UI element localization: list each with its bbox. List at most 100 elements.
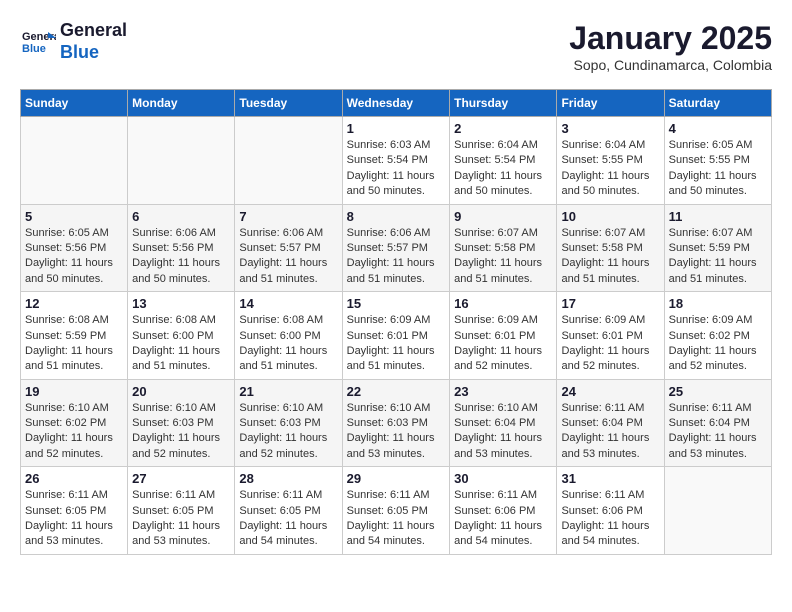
day-number: 25: [669, 384, 767, 399]
calendar-cell: 21Sunrise: 6:10 AMSunset: 6:03 PMDayligh…: [235, 379, 342, 467]
day-info: Sunrise: 6:09 AMSunset: 6:02 PMDaylight:…: [669, 313, 767, 375]
calendar-cell: 5 Sunrise: 6:05 AMSunset: 5:56 PMDaylight…: [21, 204, 128, 292]
calendar-cell: 17 Sunrise: 6:09 AMSunset: 6:01 PMDayligh…: [557, 292, 664, 380]
day-info: Sunrise: 6:11 AMSunset: 6:05 PMDaylight:…: [239, 488, 337, 550]
day-number: 15: [347, 296, 446, 311]
calendar-cell: 29 Sunrise: 6:11 AMSunset: 6:05 PMDayligh…: [342, 467, 450, 555]
calendar-cell: 18 Sunrise: 6:09 AMSunset: 6:02 PMDayligh…: [664, 292, 771, 380]
day-info: Sunrise: 6:06 AMSunset: 5:57 PMDaylight:…: [239, 226, 337, 288]
day-number: 18: [669, 296, 767, 311]
day-info: Sunrise: 6:11 AMSunset: 6:04 PMDaylight:…: [669, 401, 767, 463]
calendar-week-row: 1Sunrise: 6:03 AMSunset: 5:54 PMDaylight…: [21, 117, 772, 205]
day-info: Sunrise: 6:10 AMSunset: 6:04 PMDaylight:…: [454, 401, 552, 463]
calendar-cell: [128, 117, 235, 205]
calendar-cell: 19Sunrise: 6:10 AMSunset: 6:02 PMDayligh…: [21, 379, 128, 467]
day-info: Sunrise: 6:08 AMSunset: 6:00 PMDaylight:…: [132, 313, 230, 375]
weekday-header: Tuesday: [235, 90, 342, 117]
page-header: General Blue General Blue January 2025 S…: [20, 20, 772, 73]
day-number: 3: [561, 121, 659, 136]
day-number: 21: [239, 384, 337, 399]
svg-text:Blue: Blue: [22, 43, 46, 55]
calendar-cell: 31 Sunrise: 6:11 AMSunset: 6:06 PMDayligh…: [557, 467, 664, 555]
day-info: Sunrise: 6:08 AMSunset: 6:00 PMDaylight:…: [239, 313, 337, 375]
weekday-header: Thursday: [450, 90, 557, 117]
day-info: Sunrise: 6:03 AMSunset: 5:54 PMDaylight:…: [347, 138, 446, 200]
location: Sopo, Cundinamarca, Colombia: [569, 57, 772, 73]
calendar-cell: 12 Sunrise: 6:08 AMSunset: 5:59 PMDayligh…: [21, 292, 128, 380]
logo-text: General Blue: [60, 20, 127, 63]
calendar-week-row: 12 Sunrise: 6:08 AMSunset: 5:59 PMDayligh…: [21, 292, 772, 380]
day-number: 30: [454, 471, 552, 486]
calendar-cell: 25 Sunrise: 6:11 AMSunset: 6:04 PMDayligh…: [664, 379, 771, 467]
day-info: Sunrise: 6:06 AMSunset: 5:56 PMDaylight:…: [132, 226, 230, 288]
day-info: Sunrise: 6:11 AMSunset: 6:06 PMDaylight:…: [454, 488, 552, 550]
calendar-cell: [235, 117, 342, 205]
calendar-cell: 4 Sunrise: 6:05 AMSunset: 5:55 PMDaylight…: [664, 117, 771, 205]
day-number: 22: [347, 384, 446, 399]
day-info: Sunrise: 6:05 AMSunset: 5:56 PMDaylight:…: [25, 226, 123, 288]
day-number: 4: [669, 121, 767, 136]
day-number: 17: [561, 296, 659, 311]
day-info: Sunrise: 6:11 AMSunset: 6:05 PMDaylight:…: [25, 488, 123, 550]
day-number: 19: [25, 384, 123, 399]
day-number: 5: [25, 209, 123, 224]
day-info: Sunrise: 6:11 AMSunset: 6:04 PMDaylight:…: [561, 401, 659, 463]
calendar-cell: 23 Sunrise: 6:10 AMSunset: 6:04 PMDayligh…: [450, 379, 557, 467]
day-number: 26: [25, 471, 123, 486]
day-info: Sunrise: 6:10 AMSunset: 6:03 PMDaylight:…: [347, 401, 446, 463]
day-number: 31: [561, 471, 659, 486]
title-block: January 2025 Sopo, Cundinamarca, Colombi…: [569, 20, 772, 73]
day-info: Sunrise: 6:06 AMSunset: 5:57 PMDaylight:…: [347, 226, 446, 288]
calendar-cell: 15 Sunrise: 6:09 AMSunset: 6:01 PMDayligh…: [342, 292, 450, 380]
day-number: 8: [347, 209, 446, 224]
day-number: 28: [239, 471, 337, 486]
day-info: Sunrise: 6:05 AMSunset: 5:55 PMDaylight:…: [669, 138, 767, 200]
day-info: Sunrise: 6:08 AMSunset: 5:59 PMDaylight:…: [25, 313, 123, 375]
day-number: 10: [561, 209, 659, 224]
calendar-cell: [664, 467, 771, 555]
calendar-cell: 1Sunrise: 6:03 AMSunset: 5:54 PMDaylight…: [342, 117, 450, 205]
calendar-cell: 26 Sunrise: 6:11 AMSunset: 6:05 PMDayligh…: [21, 467, 128, 555]
calendar-cell: 6 Sunrise: 6:06 AMSunset: 5:56 PMDaylight…: [128, 204, 235, 292]
day-number: 12: [25, 296, 123, 311]
calendar-cell: 27Sunrise: 6:11 AMSunset: 6:05 PMDayligh…: [128, 467, 235, 555]
calendar-cell: 24 Sunrise: 6:11 AMSunset: 6:04 PMDayligh…: [557, 379, 664, 467]
calendar-week-row: 19Sunrise: 6:10 AMSunset: 6:02 PMDayligh…: [21, 379, 772, 467]
calendar-cell: 10 Sunrise: 6:07 AMSunset: 5:58 PMDayligh…: [557, 204, 664, 292]
day-info: Sunrise: 6:07 AMSunset: 5:59 PMDaylight:…: [669, 226, 767, 288]
day-info: Sunrise: 6:09 AMSunset: 6:01 PMDaylight:…: [454, 313, 552, 375]
day-info: Sunrise: 6:09 AMSunset: 6:01 PMDaylight:…: [347, 313, 446, 375]
weekday-header: Saturday: [664, 90, 771, 117]
weekday-header: Wednesday: [342, 90, 450, 117]
day-number: 14: [239, 296, 337, 311]
day-number: 2: [454, 121, 552, 136]
calendar-cell: 30 Sunrise: 6:11 AMSunset: 6:06 PMDayligh…: [450, 467, 557, 555]
day-info: Sunrise: 6:11 AMSunset: 6:05 PMDaylight:…: [347, 488, 446, 550]
day-number: 24: [561, 384, 659, 399]
day-number: 27: [132, 471, 230, 486]
day-info: Sunrise: 6:10 AMSunset: 6:03 PMDaylight:…: [132, 401, 230, 463]
day-number: 23: [454, 384, 552, 399]
weekday-header: Sunday: [21, 90, 128, 117]
day-number: 29: [347, 471, 446, 486]
calendar-cell: 28 Sunrise: 6:11 AMSunset: 6:05 PMDayligh…: [235, 467, 342, 555]
day-number: 16: [454, 296, 552, 311]
calendar-cell: 2Sunrise: 6:04 AMSunset: 5:54 PMDaylight…: [450, 117, 557, 205]
calendar-table: SundayMondayTuesdayWednesdayThursdayFrid…: [20, 89, 772, 555]
calendar-cell: 13 Sunrise: 6:08 AMSunset: 6:00 PMDayligh…: [128, 292, 235, 380]
calendar-cell: 3 Sunrise: 6:04 AMSunset: 5:55 PMDaylight…: [557, 117, 664, 205]
day-info: Sunrise: 6:07 AMSunset: 5:58 PMDaylight:…: [561, 226, 659, 288]
day-info: Sunrise: 6:09 AMSunset: 6:01 PMDaylight:…: [561, 313, 659, 375]
weekday-header: Friday: [557, 90, 664, 117]
day-number: 20: [132, 384, 230, 399]
day-number: 11: [669, 209, 767, 224]
day-number: 9: [454, 209, 552, 224]
calendar-cell: 8 Sunrise: 6:06 AMSunset: 5:57 PMDaylight…: [342, 204, 450, 292]
calendar-cell: 22 Sunrise: 6:10 AMSunset: 6:03 PMDayligh…: [342, 379, 450, 467]
day-info: Sunrise: 6:11 AMSunset: 6:06 PMDaylight:…: [561, 488, 659, 550]
calendar-week-row: 26 Sunrise: 6:11 AMSunset: 6:05 PMDayligh…: [21, 467, 772, 555]
calendar-week-row: 5 Sunrise: 6:05 AMSunset: 5:56 PMDaylight…: [21, 204, 772, 292]
day-info: Sunrise: 6:04 AMSunset: 5:55 PMDaylight:…: [561, 138, 659, 200]
day-number: 6: [132, 209, 230, 224]
day-number: 13: [132, 296, 230, 311]
